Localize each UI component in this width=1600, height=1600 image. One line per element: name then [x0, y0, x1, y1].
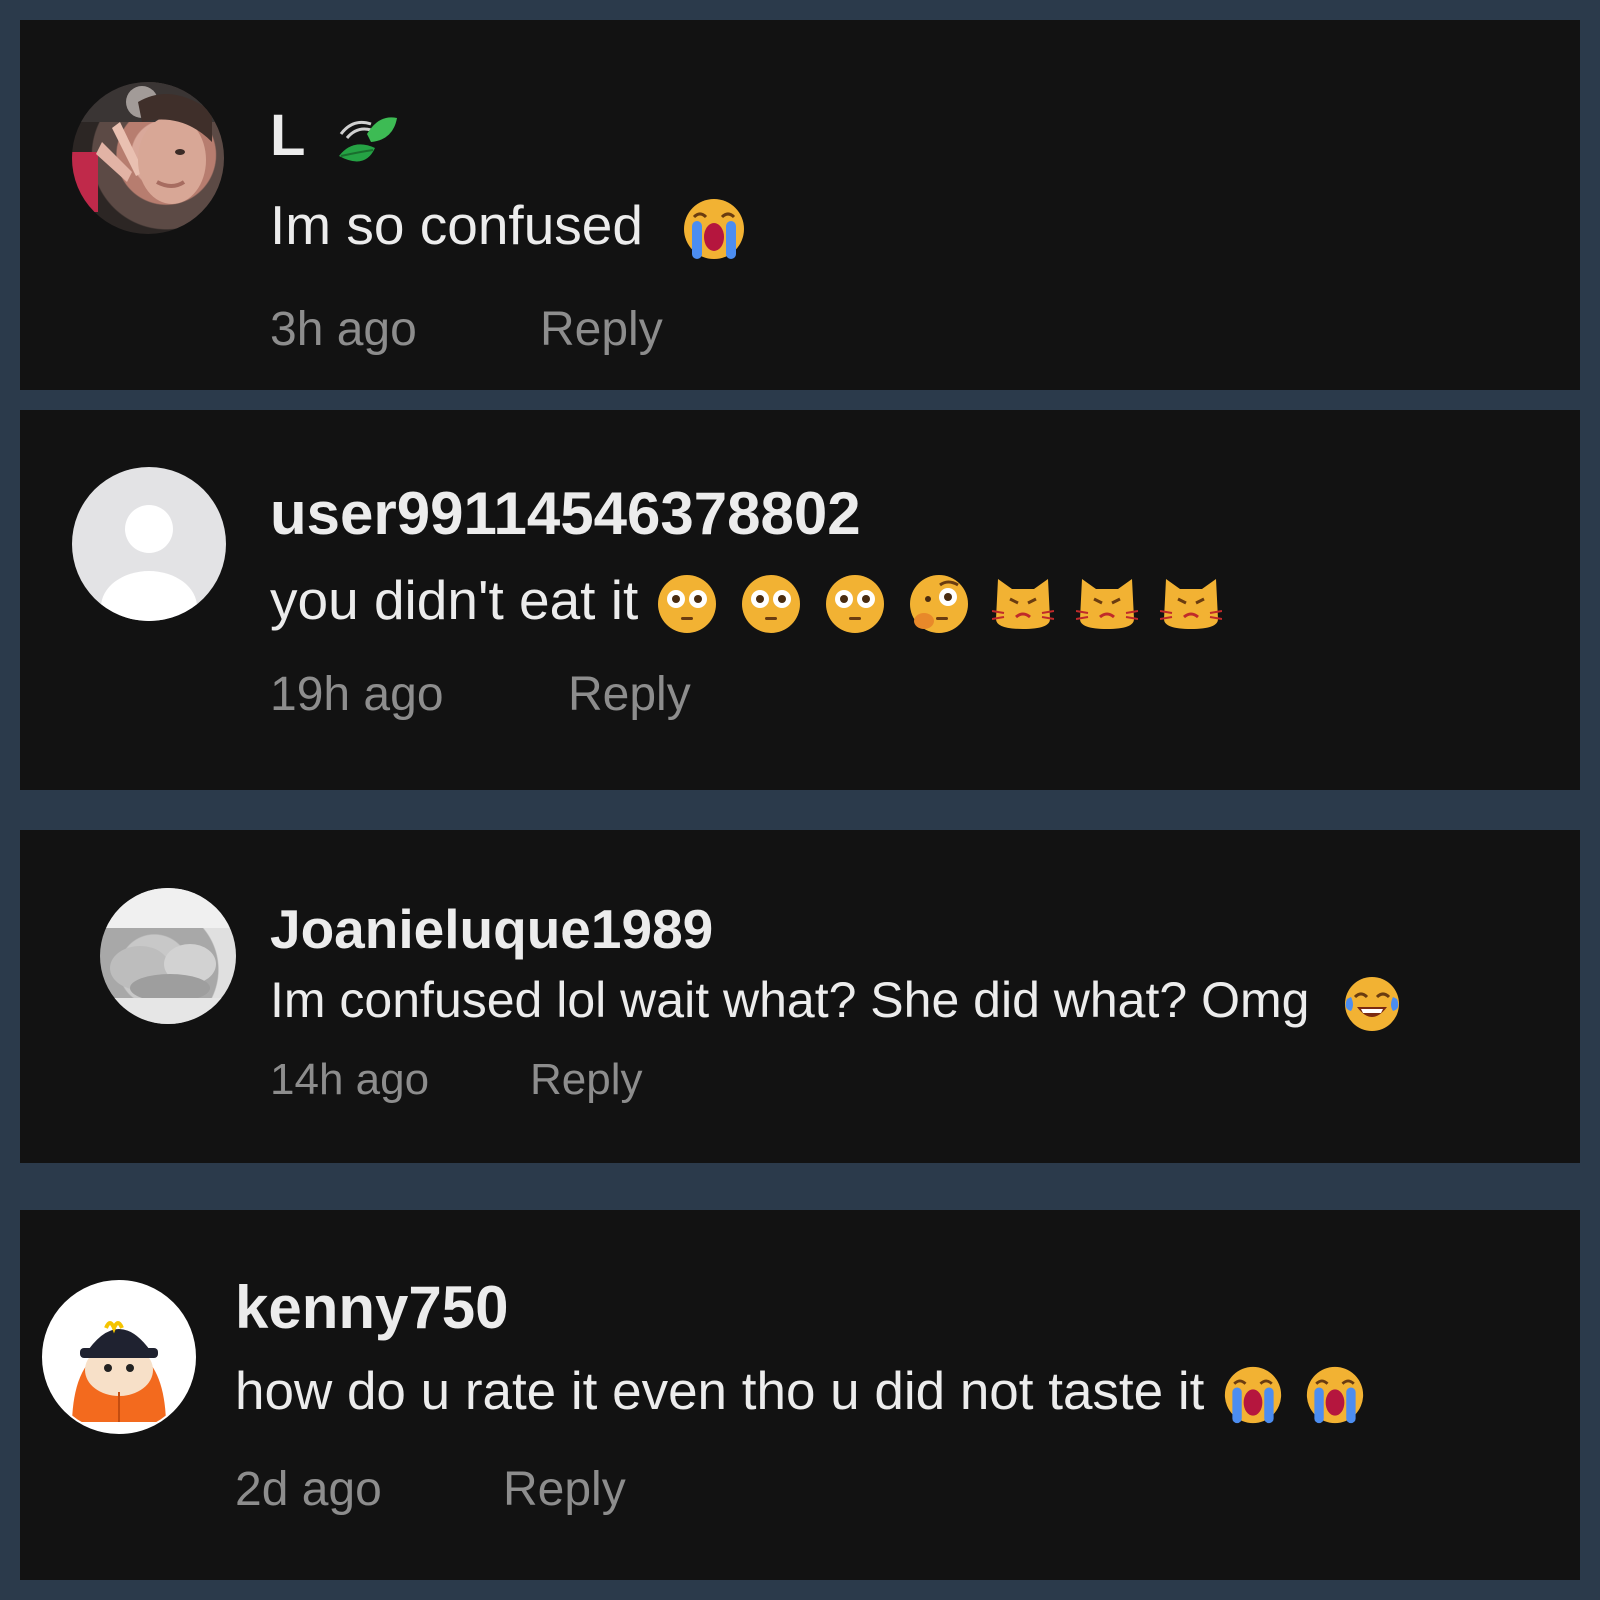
avatar[interactable] [100, 888, 236, 1024]
username[interactable]: Joanieluque1989 [270, 896, 713, 962]
timestamp: 3h ago [270, 303, 417, 356]
comment-card: L Im so confused 3h ago Reply [20, 20, 1580, 390]
timestamp: 2d ago [235, 1463, 382, 1516]
username[interactable]: L [270, 102, 403, 176]
flushed-face-icon [740, 573, 802, 635]
loudly-crying-face-icon [682, 197, 746, 261]
avatar[interactable] [42, 1280, 196, 1434]
avatar[interactable] [72, 467, 226, 621]
reply-button[interactable]: Reply [540, 300, 663, 360]
loudly-crying-face-icon [1223, 1365, 1283, 1425]
comment-text: you didn't eat it [270, 565, 1222, 635]
reply-button[interactable]: Reply [503, 1460, 626, 1520]
username[interactable]: user9911454637880​2 [270, 478, 861, 550]
pouting-cat-icon [1075, 573, 1138, 635]
comment-card: kenny750 how do u rate it even tho u did… [20, 1210, 1580, 1580]
pouting-cat-icon [1159, 573, 1222, 635]
leaf-icon [331, 104, 403, 176]
pouting-cat-icon [991, 573, 1054, 635]
face-with-raised-eyebrow-icon [908, 573, 970, 635]
timestamp: 19h ago [270, 668, 444, 721]
comment-text: Im confused lol wait what? She did what?… [270, 968, 1401, 1033]
face-with-tears-of-joy-icon [1343, 975, 1401, 1033]
comment-card: Joanieluque1989 Im confused lol wait wha… [20, 830, 1580, 1163]
flushed-face-icon [656, 573, 718, 635]
comment-text: Im so confused [270, 190, 746, 261]
username[interactable]: kenny750 [235, 1272, 509, 1344]
flushed-face-icon [824, 573, 886, 635]
avatar[interactable] [72, 82, 224, 234]
comment-card: user9911454637880​2 you didn't eat it [20, 410, 1580, 790]
reply-button[interactable]: Reply [530, 1052, 643, 1108]
loudly-crying-face-icon [1305, 1365, 1365, 1425]
timestamp: 14h ago [270, 1055, 430, 1104]
comment-text: how do u rate it even tho u did not tast… [235, 1358, 1365, 1426]
reply-button[interactable]: Reply [568, 665, 691, 725]
